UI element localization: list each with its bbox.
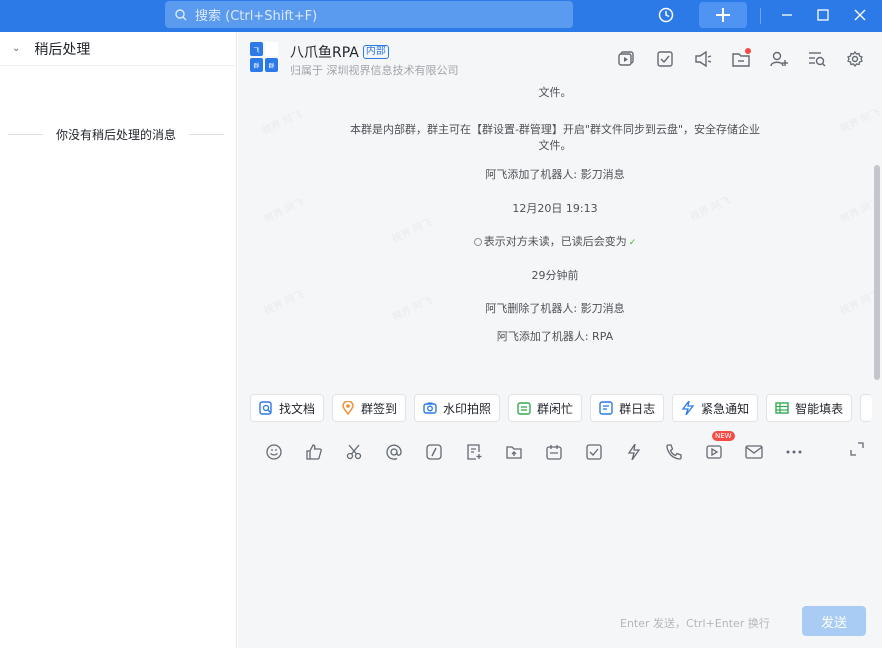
phone-icon[interactable] xyxy=(654,440,694,464)
quick-app-free-busy[interactable]: 群闲忙 xyxy=(508,394,583,422)
internal-tag: 内部 xyxy=(362,45,389,59)
chat-header: 飞 群 群 八爪鱼RPA 内部 归属于 深圳视界信息技术有限公司 xyxy=(238,32,882,84)
new-button[interactable] xyxy=(699,2,747,28)
scissors-icon[interactable] xyxy=(334,440,374,464)
task-check-icon[interactable] xyxy=(574,440,614,464)
log-icon xyxy=(599,401,613,415)
search-history-icon[interactable] xyxy=(798,48,836,70)
group-title[interactable]: 八爪鱼RPA 内部 xyxy=(290,42,389,62)
quick-app-label: 群闲忙 xyxy=(537,401,574,416)
chevron-down-icon[interactable]: ⌄ xyxy=(12,43,20,54)
find-doc-icon xyxy=(259,401,272,415)
read-status-hint: 表示对方未读，已读后会变为 ✓ xyxy=(238,234,872,251)
system-message: 本群是内部群，群主可在【群设置-群管理】开启"群文件同步到云盘"，安全存储企业文… xyxy=(349,123,761,152)
slash-icon[interactable] xyxy=(414,440,454,464)
unread-circle-icon xyxy=(473,238,482,246)
system-message: 阿飞删除了机器人: 影刀消息 xyxy=(485,302,625,315)
later-panel-title: 稍后处理 xyxy=(34,41,91,58)
quick-app-label: 群签到 xyxy=(361,401,398,416)
send-button[interactable]: 发送 xyxy=(802,606,866,636)
avatar-cell: 飞 xyxy=(250,42,263,56)
quick-app-watermark-photo[interactable]: 水印拍照 xyxy=(414,394,501,422)
mention-icon[interactable] xyxy=(374,440,414,464)
later-panel-header[interactable]: ⌄ 稍后处理 xyxy=(0,32,236,66)
checkin-icon xyxy=(342,401,354,415)
send-hint: Enter 发送，Ctrl+Enter 换行 xyxy=(620,617,770,630)
emoji-icon[interactable] xyxy=(254,440,294,464)
empty-state-text: 你没有稍后处理的消息 xyxy=(56,128,177,142)
calendar-event-icon[interactable] xyxy=(534,440,574,464)
title-bar: 搜索 (Ctrl+Shift+F) xyxy=(0,0,882,32)
history-icon[interactable] xyxy=(654,3,678,27)
video-icon[interactable]: NEW xyxy=(694,431,735,464)
more-icon[interactable] xyxy=(774,440,814,464)
camera-icon xyxy=(423,402,437,414)
avatar-cell: 群 xyxy=(265,58,278,72)
quick-app-group-log[interactable]: 群日志 xyxy=(590,394,665,422)
quick-app-smart-form[interactable]: 智能填表 xyxy=(766,394,853,422)
sheet-icon xyxy=(775,402,789,414)
global-search-input[interactable]: 搜索 (Ctrl+Shift+F) xyxy=(165,1,573,28)
meeting-icon[interactable] xyxy=(608,48,646,70)
quick-app-overflow[interactable] xyxy=(860,394,873,422)
divider-right xyxy=(189,134,225,135)
divider-left xyxy=(8,134,43,135)
quick-app-label: 找文档 xyxy=(279,401,316,416)
note-icon[interactable] xyxy=(454,440,494,464)
quick-app-label: 群日志 xyxy=(619,401,656,416)
urgent-icon xyxy=(681,401,695,415)
composer-toolbar: NEW xyxy=(254,431,814,464)
maximize-button[interactable] xyxy=(811,3,835,27)
notification-dot xyxy=(745,48,751,54)
close-button[interactable] xyxy=(848,3,872,27)
file-icon[interactable] xyxy=(722,48,760,70)
like-icon[interactable] xyxy=(294,440,334,464)
add-member-icon[interactable] xyxy=(760,48,798,70)
avatar-cell: 群 xyxy=(250,58,263,72)
expand-icon[interactable] xyxy=(850,442,864,459)
read-check-icon: ✓ xyxy=(628,238,637,248)
minimize-button[interactable] xyxy=(775,3,799,27)
calendar-icon xyxy=(517,402,531,415)
plus-icon xyxy=(716,8,730,22)
new-badge: NEW xyxy=(712,431,735,441)
announcement-icon[interactable] xyxy=(684,48,722,70)
lightning-icon[interactable] xyxy=(614,440,654,464)
chat-scrollbar[interactable] xyxy=(874,165,880,380)
empty-state: 你没有稍后处理的消息 xyxy=(8,126,225,143)
system-message: 阿飞添加了机器人: RPA xyxy=(496,330,614,343)
chat-pane: 視界 阿飞 視界 阿飞 視界 阿飞 視界 阿飞 視界 阿飞 視界 阿飞 視界 阿… xyxy=(238,32,882,648)
time-divider: 29分钟前 xyxy=(531,269,579,282)
group-org: 归属于 深圳视界信息技术有限公司 xyxy=(290,64,459,77)
message-list: 本群是内部群，群主可在【群设置-群管理】开启"群文件同步到云盘"，安全存储企业文… xyxy=(238,70,872,386)
read-hint-text: 表示对方未读，已读后会变为 xyxy=(483,235,627,248)
task-icon[interactable] xyxy=(646,48,684,70)
time-divider: 12月20日 19:13 xyxy=(512,202,598,215)
group-avatar[interactable]: 飞 群 群 xyxy=(250,42,278,72)
later-panel: ⌄ 稍后处理 你没有稍后处理的消息 xyxy=(0,32,237,648)
quick-app-label: 智能填表 xyxy=(795,401,844,416)
quick-app-find-doc[interactable]: 找文档 xyxy=(250,394,325,422)
titlebar-divider xyxy=(760,8,761,24)
header-toolbar xyxy=(608,48,874,70)
quick-app-label: 水印拍照 xyxy=(443,401,492,416)
avatar-cell xyxy=(265,42,278,56)
quick-app-label: 紧急通知 xyxy=(701,401,750,416)
mail-icon[interactable] xyxy=(734,440,774,464)
quick-apps-bar: 找文档 群签到 水印拍照 群闲忙 群日志 紧急通知 智能填表 xyxy=(250,394,873,422)
search-icon xyxy=(175,8,187,20)
quick-app-urgent[interactable]: 紧急通知 xyxy=(672,394,759,422)
upload-folder-icon[interactable] xyxy=(494,440,534,464)
search-placeholder: 搜索 (Ctrl+Shift+F) xyxy=(195,9,318,24)
group-name: 八爪鱼RPA xyxy=(290,45,359,61)
settings-icon[interactable] xyxy=(836,48,874,70)
system-message: 阿飞添加了机器人: 影刀消息 xyxy=(485,168,625,181)
quick-app-checkin[interactable]: 群签到 xyxy=(332,394,407,422)
